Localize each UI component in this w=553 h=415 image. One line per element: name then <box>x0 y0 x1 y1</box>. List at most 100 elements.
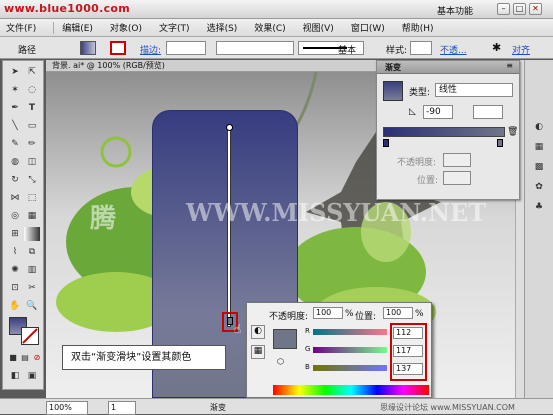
column-graph-tool-icon[interactable]: ▥ <box>24 263 40 277</box>
none-mode-icon[interactable]: ⊘ <box>29 351 45 365</box>
blend-tool-icon[interactable]: ⧉ <box>24 245 40 259</box>
pen-tool-icon[interactable]: ✒ <box>7 101 23 115</box>
angle-field[interactable]: -90 <box>423 105 453 119</box>
perspective-grid-tool-icon[interactable]: ▦ <box>24 209 40 223</box>
gradient-end-stop-panel[interactable] <box>497 139 503 147</box>
mesh-tool-icon[interactable]: ⊞ <box>7 227 23 241</box>
menu-object[interactable]: 对象(O) <box>110 21 142 34</box>
align-link[interactable]: 对齐 <box>512 43 530 56</box>
style-dropdown[interactable] <box>410 41 432 55</box>
scale-tool-icon[interactable]: ⤡ <box>24 173 40 187</box>
draw-mode-icon[interactable]: ◧ <box>7 369 23 383</box>
status-bar: 100% 1 渐变 思缘设计论坛 www.MISSYUAN.COM <box>0 398 553 415</box>
swatches-icon[interactable]: ▩ <box>531 160 547 174</box>
lasso-tool-icon[interactable]: ◌ <box>24 83 40 97</box>
gradient-slider-bar[interactable] <box>383 127 505 137</box>
gradient-preview-swatch[interactable] <box>383 81 403 101</box>
rectangle-tool-icon[interactable]: ▭ <box>24 119 40 133</box>
channel-r-slider[interactable] <box>313 329 387 335</box>
paintbrush-tool-icon[interactable]: ✎ <box>7 137 23 151</box>
menu-edit[interactable]: 编辑(E) <box>62 21 93 34</box>
title-bar: www.blue1000.com 基本功能 – □ ✕ <box>0 0 553 19</box>
color-panel-icon[interactable]: ◐ <box>531 120 547 134</box>
artboard-tool-icon[interactable]: ⊡ <box>7 281 23 295</box>
rotate-tool-icon[interactable]: ↻ <box>7 173 23 187</box>
menu-help[interactable]: 帮助(H) <box>402 21 434 34</box>
color-guide-icon[interactable]: ▦ <box>531 140 547 154</box>
stroke-color-swatch[interactable] <box>21 327 39 345</box>
gradient-panel-header[interactable]: 渐变 ≡ <box>377 61 519 74</box>
fill-swatch[interactable] <box>80 41 96 55</box>
zoom-tool-icon[interactable]: 🔍 <box>24 299 40 313</box>
popup-opacity-label: 不透明度: <box>269 312 309 322</box>
type-label: 类型: <box>409 88 431 98</box>
recolor-icon[interactable]: ✱ <box>492 41 501 54</box>
selection-tool-icon[interactable]: ➤ <box>7 65 23 79</box>
stop-location-field[interactable] <box>443 171 471 185</box>
popup-location-field[interactable]: 100 <box>383 307 413 319</box>
panel-menu-icon[interactable]: ≡ <box>506 61 513 70</box>
gradient-type-dropdown[interactable]: 线性 <box>435 83 513 97</box>
menu-file[interactable]: 文件(F) <box>6 21 36 34</box>
channel-r-label: R <box>305 327 310 335</box>
stop-color-popup: 不透明度: 100 % 位置: 100 % ◐ ▦ ⬡ R G B 112 11… <box>246 302 432 398</box>
gradient-panel-title: 渐变 <box>385 63 401 72</box>
brush-label: 基本 <box>338 46 357 56</box>
type-tool-icon[interactable]: T <box>24 101 40 115</box>
gradient-tool-icon[interactable] <box>24 227 40 241</box>
symbols-icon[interactable]: ♣ <box>531 200 547 214</box>
opacity-label: 不透明度: <box>397 158 437 168</box>
channel-g-slider[interactable] <box>313 347 387 353</box>
rgb-values-highlight <box>390 323 427 381</box>
footer-watermark: 思缘设计论坛 www.MISSYUAN.COM <box>380 403 515 412</box>
popup-opacity-percent: % <box>345 309 354 319</box>
page-dropdown[interactable]: 1 <box>108 401 136 415</box>
document-tab[interactable]: 背景. ai* @ 100% (RGB/预览) <box>46 60 376 72</box>
stroke-swatch[interactable] <box>110 41 126 55</box>
instruction-callout: 双击“渐变滑块”设置其颜色 <box>62 345 226 370</box>
eyedropper-tool-icon[interactable]: ⌇ <box>7 245 23 259</box>
stroke-weight-dropdown[interactable] <box>166 41 206 55</box>
popup-opacity-field[interactable]: 100 <box>313 307 343 319</box>
swatches-button-icon[interactable]: ▦ <box>251 345 265 359</box>
blob-brush-tool-icon[interactable]: ◍ <box>7 155 23 169</box>
free-transform-tool-icon[interactable]: ⬚ <box>24 191 40 205</box>
hand-tool-icon[interactable]: ✋ <box>7 299 23 313</box>
color-spectrum-bar[interactable] <box>273 385 429 395</box>
eraser-tool-icon[interactable]: ◫ <box>24 155 40 169</box>
opacity-link[interactable]: 不透... <box>440 43 467 56</box>
gradient-origin-handle[interactable] <box>226 124 233 131</box>
pencil-tool-icon[interactable]: ✏ <box>24 137 40 151</box>
zoom-dropdown[interactable]: 100% <box>46 401 88 415</box>
maximize-icon[interactable]: □ <box>513 3 526 15</box>
symbol-sprayer-tool-icon[interactable]: ✺ <box>7 263 23 277</box>
gradient-annotator-bar[interactable] <box>227 127 231 327</box>
line-tool-icon[interactable]: ╲ <box>7 119 23 133</box>
stroke-link[interactable]: 描边: <box>140 43 161 56</box>
direct-selection-tool-icon[interactable]: ⇱ <box>24 65 40 79</box>
trash-icon[interactable]: 🗑 <box>507 127 518 137</box>
menu-view[interactable]: 视图(V) <box>303 21 334 34</box>
workspace-switcher[interactable]: 基本功能 <box>437 4 473 17</box>
menu-effect[interactable]: 效果(C) <box>254 21 285 34</box>
tools-panel: ➤ ⇱ ✶ ◌ ✒ T ╲ ▭ ✎ ✏ ◍ ◫ ↻ ⤡ ⋈ ⬚ ◎ ▦ ⊞ ⌇ … <box>2 60 44 390</box>
screen-mode-icon[interactable]: ▣ <box>24 369 40 383</box>
minimize-icon[interactable]: – <box>497 3 510 15</box>
stop-opacity-field[interactable] <box>443 153 471 167</box>
brushes-icon[interactable]: ✿ <box>531 180 547 194</box>
width-tool-icon[interactable]: ⋈ <box>7 191 23 205</box>
variable-width-dropdown[interactable] <box>216 41 294 55</box>
panel-dock: ◐ ▦ ▩ ✿ ♣ <box>524 60 553 398</box>
channel-b-slider[interactable] <box>313 365 387 371</box>
close-icon[interactable]: ✕ <box>529 3 542 15</box>
menu-select[interactable]: 选择(S) <box>207 21 238 34</box>
shape-builder-tool-icon[interactable]: ◎ <box>7 209 23 223</box>
location-label: 位置: <box>417 176 439 186</box>
gradient-start-stop[interactable] <box>383 139 389 147</box>
menu-type[interactable]: 文字(T) <box>159 21 190 34</box>
color-mode-button-icon[interactable]: ◐ <box>251 325 265 339</box>
aspect-field[interactable] <box>473 105 503 119</box>
magic-wand-tool-icon[interactable]: ✶ <box>7 83 23 97</box>
menu-window[interactable]: 窗口(W) <box>351 21 385 34</box>
slice-tool-icon[interactable]: ✂ <box>24 281 40 295</box>
